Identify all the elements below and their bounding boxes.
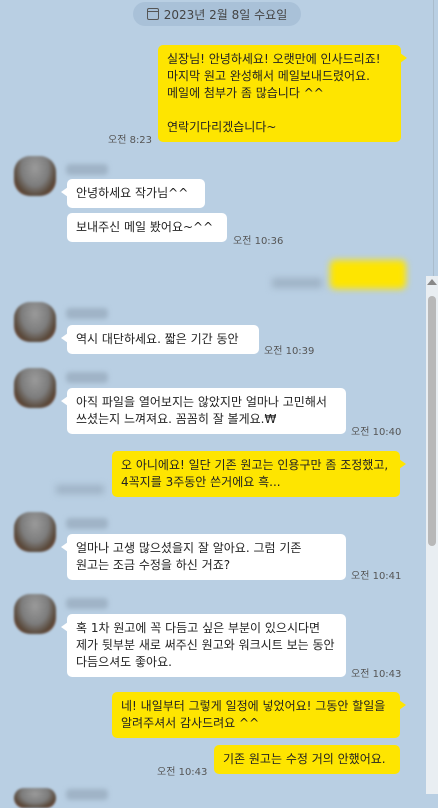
date-divider: 2023년 2월 8일 수요일 xyxy=(133,2,301,26)
message-bubble-other[interactable]: 얼마나 고생 많으셨을지 잘 알아요. 그럼 기존 원고는 조금 수정을 하신 … xyxy=(61,534,346,580)
avatar[interactable] xyxy=(14,788,56,808)
avatar[interactable] xyxy=(14,512,56,552)
message-bubble-other[interactable]: 역시 대단하세요. 짧은 기간 동안 xyxy=(61,325,259,354)
message-bubble-other[interactable]: 안녕하세요 작가님^^ xyxy=(61,179,205,208)
avatar[interactable] xyxy=(14,302,56,342)
avatar[interactable] xyxy=(14,156,56,196)
message-time: 오전 10:36 xyxy=(233,236,284,247)
calendar-icon xyxy=(146,8,159,20)
sender-name xyxy=(66,598,108,609)
message-time: 오전 8:23 xyxy=(108,135,153,146)
message-bubble-mine-blurred[interactable] xyxy=(330,260,406,289)
message-time: 오전 10:40 xyxy=(351,427,402,438)
message-bubble-other[interactable]: 아직 파일을 열어보지는 않았지만 얼마나 고민해서 쓰셨는지 느껴져요. 꼼꼼… xyxy=(61,388,346,434)
pane-divider xyxy=(433,0,434,276)
message-time: 오전 10:39 xyxy=(264,346,315,357)
scrollbar[interactable] xyxy=(426,276,438,794)
avatar[interactable] xyxy=(14,594,56,634)
message-bubble-other[interactable]: 보내주신 메일 봤어요~^^ xyxy=(67,213,227,242)
message-bubble-mine[interactable]: 오 아니에요! 일단 기존 원고는 인용구만 좀 조정했고, 4꼭지를 3주동안… xyxy=(112,451,406,497)
message-time xyxy=(272,278,322,288)
message-time: 오전 10:41 xyxy=(351,571,402,582)
message-time xyxy=(56,485,104,494)
message-time: 오전 10:43 xyxy=(351,669,402,680)
sender-name xyxy=(66,518,108,529)
date-label: 2023년 2월 8일 수요일 xyxy=(163,7,288,22)
scrollbar-thumb[interactable] xyxy=(428,296,436,546)
avatar[interactable] xyxy=(14,368,56,408)
message-bubble-mine[interactable]: 네! 내일부터 그렇게 일정에 넣었어요! 그동안 할일을 알려주셔서 감사드려… xyxy=(112,692,406,738)
sender-name xyxy=(66,372,108,383)
sender-name xyxy=(66,308,108,319)
message-time: 오전 10:43 xyxy=(157,767,208,778)
sender-name xyxy=(66,164,108,175)
message-bubble-mine[interactable]: 기존 원고는 수정 거의 안했어요. xyxy=(214,745,400,774)
message-bubble-other[interactable]: 혹 1차 원고에 꼭 다듬고 싶은 부분이 있으시다면 제가 뒷부분 새로 써주… xyxy=(61,614,346,677)
sender-name xyxy=(66,789,108,800)
message-bubble-mine[interactable]: 실장님! 안녕하세요! 오랫만에 인사드리죠! 마지막 원고 완성해서 메일보내… xyxy=(158,45,407,142)
scroll-up-arrow-icon[interactable] xyxy=(427,279,437,285)
